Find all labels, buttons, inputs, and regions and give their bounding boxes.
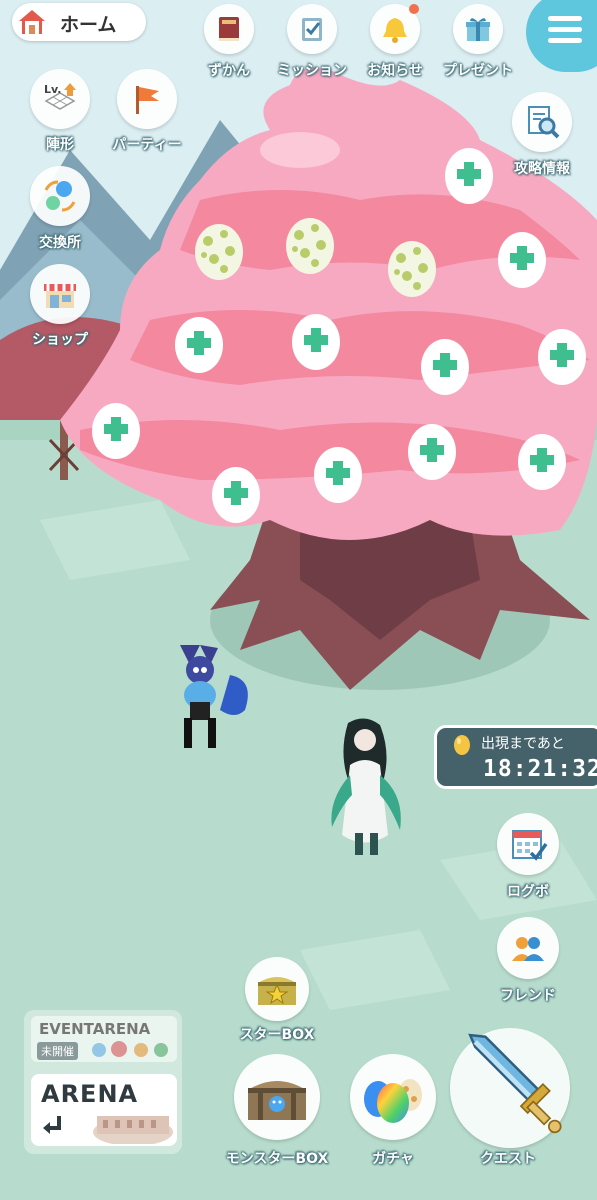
- mission-button[interactable]: [287, 4, 337, 54]
- svg-text:Lv.: Lv.: [44, 83, 61, 96]
- flag-icon: [136, 86, 159, 114]
- colosseum-icon: [93, 1116, 173, 1144]
- star-box-label: スターBOX: [239, 1027, 315, 1043]
- empty-egg-slot[interactable]: [291, 309, 341, 371]
- news-label: お知らせ: [367, 63, 423, 79]
- notification-badge: [409, 4, 419, 14]
- event-arena-title: EVENTARENA: [39, 1020, 151, 1038]
- guide-label: 攻略情報: [514, 161, 570, 177]
- empty-egg-slot[interactable]: [420, 334, 470, 396]
- empty-egg-slot[interactable]: [174, 312, 224, 374]
- shop-icon: [44, 284, 76, 308]
- arena-button[interactable]: ARENA: [31, 1074, 177, 1146]
- house-icon: [19, 10, 45, 34]
- guide-search-icon: [528, 106, 560, 139]
- zukan-button[interactable]: [204, 4, 254, 54]
- star-box-button[interactable]: [245, 957, 309, 1021]
- exchange-button[interactable]: [30, 166, 90, 226]
- gacha-button[interactable]: [350, 1054, 436, 1140]
- witch-monster-character: [331, 718, 401, 855]
- star-chest-icon: [258, 977, 296, 1005]
- shop-button[interactable]: [30, 264, 90, 324]
- empty-egg-slot[interactable]: [91, 398, 141, 460]
- empty-egg-slot[interactable]: [537, 324, 587, 386]
- monster-box-label: モンスターBOX: [225, 1151, 329, 1167]
- empty-egg-slot[interactable]: [444, 143, 494, 205]
- empty-egg-slot[interactable]: [211, 462, 261, 524]
- friend-button[interactable]: [497, 917, 559, 979]
- guide-button[interactable]: [512, 92, 572, 152]
- party-label: パーティー: [112, 137, 182, 153]
- present-button[interactable]: [453, 4, 503, 54]
- empty-egg-slot[interactable]: [497, 227, 547, 289]
- golden-egg-icon: [454, 735, 470, 755]
- clipboard-check-icon: [302, 18, 322, 41]
- exchange-label: 交換所: [39, 235, 81, 251]
- formation-button[interactable]: Lv.: [30, 69, 90, 129]
- bell-icon: [383, 18, 407, 43]
- party-button[interactable]: [117, 69, 177, 129]
- monster-chest-icon: [248, 1081, 306, 1120]
- page-title: ホーム: [60, 14, 117, 36]
- empty-egg-slot[interactable]: [313, 442, 363, 504]
- gift-icon: [466, 18, 490, 41]
- rainbow-eggs-icon: [364, 1079, 422, 1123]
- timer-value: 18:21:32: [483, 756, 597, 782]
- zukan-label: ずかん: [208, 63, 250, 79]
- exchange-icon: [44, 180, 76, 212]
- spotted-egg: [286, 218, 334, 274]
- home-title-pill[interactable]: ホーム: [12, 3, 146, 41]
- fox-monster-character: [180, 645, 248, 748]
- login-bonus-button[interactable]: [497, 813, 559, 875]
- empty-egg-slot[interactable]: [517, 429, 567, 491]
- friends-icon: [512, 937, 544, 961]
- formation-label: 陣形: [46, 137, 74, 153]
- gacha-label: ガチャ: [372, 1151, 414, 1167]
- sword-icon: [468, 1033, 562, 1134]
- event-arena-button[interactable]: EVENTARENA 未開催: [31, 1016, 177, 1062]
- login-bonus-label: ログボ: [507, 884, 549, 900]
- formation-level-icon: Lv.: [44, 83, 76, 110]
- spotted-egg: [195, 224, 243, 280]
- friend-label: フレンド: [500, 988, 556, 1004]
- event-arena-status: 未開催: [37, 1042, 78, 1060]
- book-icon: [219, 17, 239, 41]
- mission-label: ミッション: [277, 63, 347, 79]
- enter-arrow-icon: [43, 1116, 61, 1134]
- timer-label: 出現まであと: [481, 736, 565, 752]
- calendar-check-icon: [512, 830, 548, 861]
- egg-spawn-timer: 出現まであと 18:21:32: [434, 725, 597, 789]
- empty-egg-slot[interactable]: [407, 419, 457, 481]
- event-monsters-icon: [92, 1041, 168, 1057]
- hamburger-menu-icon: [548, 16, 582, 43]
- shop-label: ショップ: [32, 332, 88, 348]
- spotted-egg: [388, 241, 436, 297]
- quest-button[interactable]: [450, 1028, 570, 1148]
- quest-label: クエスト: [480, 1151, 536, 1167]
- present-label: プレゼント: [443, 63, 513, 79]
- monster-box-button[interactable]: [234, 1054, 320, 1140]
